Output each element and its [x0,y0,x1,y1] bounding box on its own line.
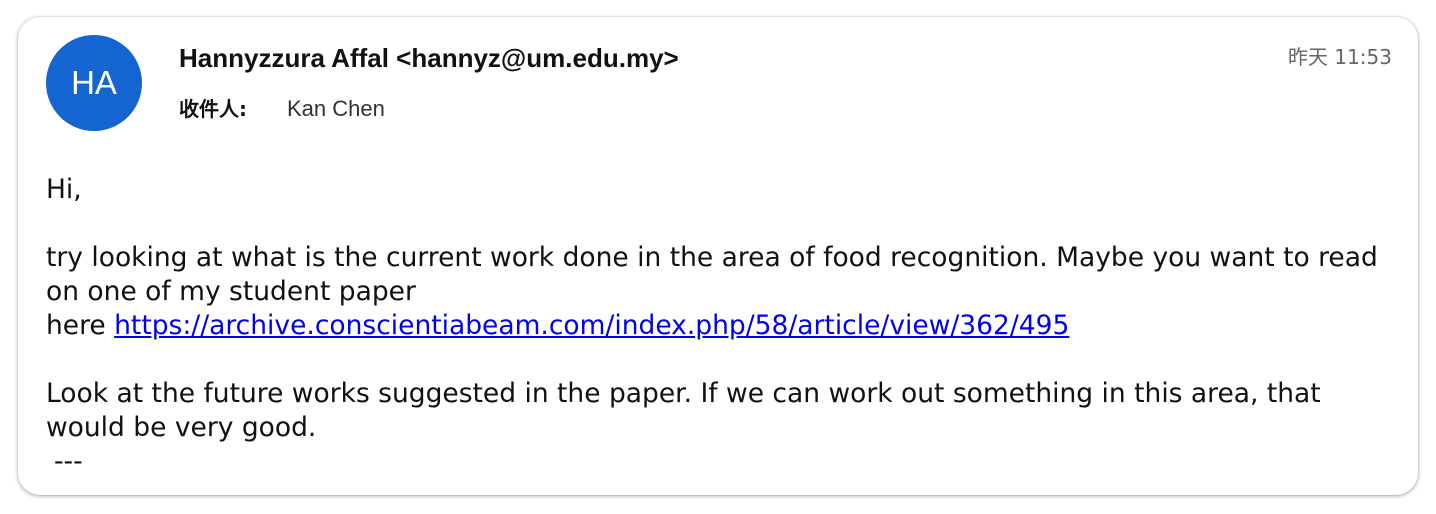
recipient-row: 收件人: Kan Chen [179,93,385,122]
sender-name-address[interactable]: Hannyzzura Affal <hannyz@um.edu.my> [179,43,679,74]
email-timestamp: 昨天 11:53 [1288,45,1392,69]
recipient-label: 收件人: [179,97,247,121]
sender-avatar[interactable]: HA [46,35,142,131]
paragraph-1-text: try looking at what is the current work … [46,242,1378,307]
paper-link[interactable]: https://archive.conscientiabeam.com/inde… [114,310,1069,341]
body-paragraph-2: Look at the future works suggested in th… [46,378,1321,443]
signature-separator: --- [54,446,83,477]
body-paragraph-1: try looking at what is the current work … [46,241,1391,343]
paragraph-1-here: here [46,310,115,341]
email-card: HA Hannyzzura Affal <hannyz@um.edu.my> 收… [18,17,1418,495]
body-greeting: Hi, [46,174,82,205]
avatar-initials: HA [71,64,117,101]
recipient-name[interactable]: Kan Chen [287,96,385,122]
email-body: Hi, try looking at what is the current w… [46,173,1391,479]
